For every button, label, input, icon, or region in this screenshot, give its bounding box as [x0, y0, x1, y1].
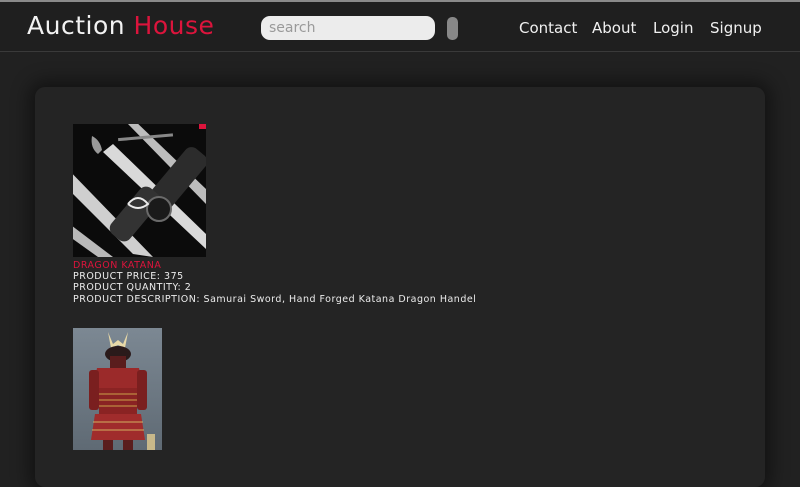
- katana-product-image[interactable]: [73, 124, 206, 257]
- brand-logo[interactable]: Auction House: [27, 11, 214, 40]
- nav-contact[interactable]: Contact: [519, 19, 577, 37]
- search-button[interactable]: [447, 17, 458, 40]
- search-input[interactable]: [261, 16, 435, 40]
- product-price: PRODUCT PRICE: 375: [73, 271, 184, 282]
- nav-about[interactable]: About: [592, 19, 636, 37]
- samurai-armor-product-image[interactable]: [73, 328, 162, 450]
- brand-word-auction: Auction: [27, 11, 126, 40]
- product-name[interactable]: DRAGON KATANA: [73, 260, 161, 271]
- product-description: PRODUCT DESCRIPTION: Samurai Sword, Hand…: [73, 294, 477, 305]
- top-navbar: Auction House Contact About Login Signup: [0, 0, 800, 52]
- brand-word-house: House: [133, 11, 215, 40]
- nav-signup[interactable]: Signup: [710, 19, 762, 37]
- nav-login[interactable]: Login: [653, 19, 693, 37]
- product-quantity: PRODUCT QUANTITY: 2: [73, 282, 192, 293]
